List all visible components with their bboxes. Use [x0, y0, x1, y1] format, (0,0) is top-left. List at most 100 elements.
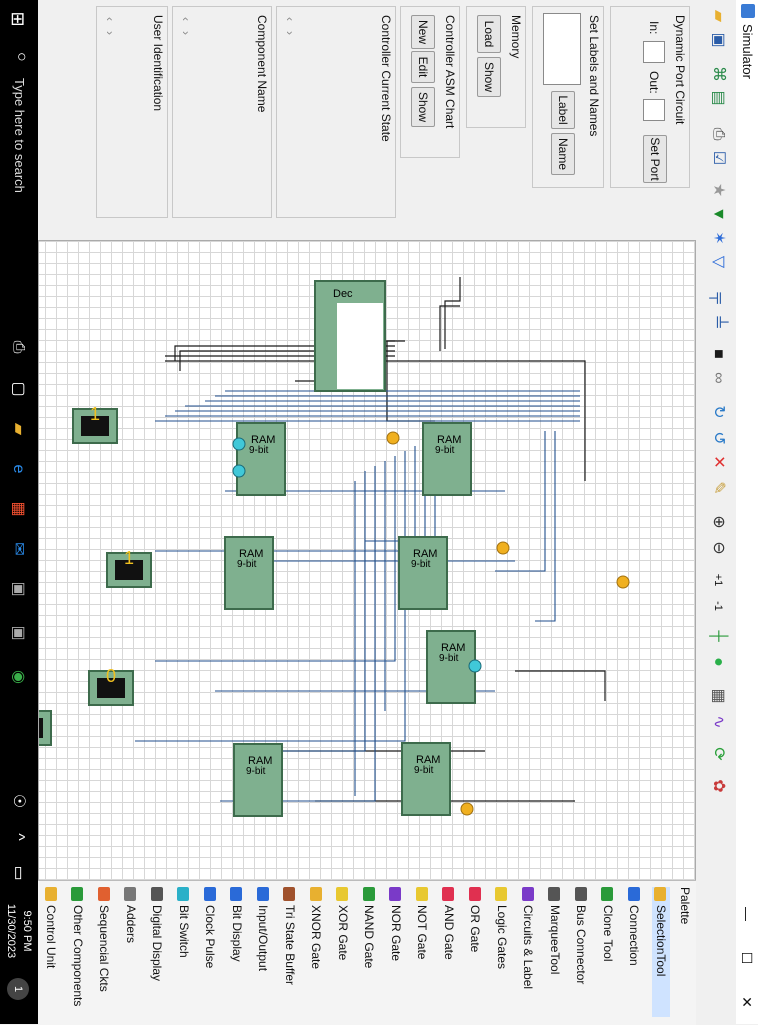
asm-show-button[interactable]: Show	[411, 87, 435, 127]
mic-icon[interactable]: ⎙	[7, 336, 29, 358]
asm-edit-button[interactable]: Edit	[411, 51, 435, 83]
folder-icon[interactable]: ▰	[708, 6, 728, 26]
current-state-scroll-left[interactable]: ‹	[283, 17, 297, 21]
output-pin-1[interactable]	[386, 431, 400, 445]
star-icon[interactable]: ★	[708, 180, 728, 200]
app-icon-1[interactable]: ▣	[7, 578, 29, 600]
ram-block[interactable]: RAM9-bit	[401, 742, 451, 816]
zoom-in-icon[interactable]: ⊕	[708, 512, 728, 532]
label-button[interactable]: Label	[551, 91, 575, 129]
load-button[interactable]: Load	[477, 15, 501, 53]
app-icon-2[interactable]: ▣	[7, 622, 29, 644]
file-explorer-icon[interactable]: ▰	[7, 418, 29, 440]
ram-block[interactable]: RAM9-bit	[422, 422, 472, 496]
palette-item[interactable]: NAND Gate	[361, 887, 379, 968]
user-id-scroll-right[interactable]: ›	[103, 31, 117, 35]
palette-item[interactable]: OR Gate	[467, 887, 485, 952]
decoder[interactable]: Dec	[314, 280, 386, 392]
palette-item[interactable]: Bit Display	[228, 887, 246, 962]
palette-item[interactable]: Adders	[122, 887, 140, 943]
people-icon[interactable]: ☉	[7, 790, 29, 812]
in-port-field[interactable]	[643, 41, 665, 63]
set-port-button[interactable]: Set Port	[643, 135, 667, 183]
palette-item[interactable]: Digital Display	[149, 887, 167, 981]
current-state-scroll-right[interactable]: ›	[283, 31, 297, 35]
minus-one-icon[interactable]: -1	[708, 596, 728, 616]
notification-badge[interactable]: 1	[7, 978, 29, 1000]
probe-ram-right[interactable]	[468, 659, 482, 673]
probe-top-1[interactable]	[232, 464, 246, 478]
settings-icon[interactable]: ✿	[708, 776, 728, 796]
export-icon[interactable]: ▤	[708, 88, 728, 108]
asm-new-button[interactable]: New	[411, 15, 435, 49]
palette-item[interactable]: Tri State Buffer	[281, 887, 299, 985]
chrome-icon[interactable]: ◉	[7, 666, 29, 688]
close-button[interactable]: ✕	[736, 980, 758, 1024]
palette-item[interactable]: XNOR Gate	[308, 887, 326, 969]
circuit-canvas[interactable]: Dec RAM 9-bit RAM 9-bit RAM 9-bit RAM 9-bit RAM 9…	[6, 240, 696, 882]
palette-item[interactable]: Clock Pulse	[202, 887, 220, 968]
output-pin-3[interactable]	[616, 575, 630, 589]
rotate-left-icon[interactable]: ↺	[708, 428, 728, 448]
palette-item[interactable]: Bit Switch	[175, 887, 193, 958]
maximize-button[interactable]: ☐	[736, 936, 758, 980]
ruler-icon[interactable]: ┼	[708, 626, 728, 646]
palette-item[interactable]: MarqueeTool	[546, 887, 564, 974]
palette-item[interactable]: NOT Gate	[414, 887, 432, 959]
palette-item[interactable]: Sequencial Ckts	[96, 887, 114, 992]
memory-show-button[interactable]: Show	[477, 57, 501, 97]
triangle-outline-icon[interactable]: ▽	[708, 252, 728, 272]
windows-start-icon[interactable]: ⊞	[7, 8, 29, 30]
digit-display[interactable]: 1	[72, 404, 118, 444]
rotate-right-icon[interactable]: ↻	[708, 402, 728, 422]
digit-display[interactable]: 0	[88, 666, 134, 706]
palette-item[interactable]: Logic Gates	[493, 887, 511, 969]
ram-block[interactable]: RAM9-bit	[426, 630, 476, 704]
plus-one-icon[interactable]: +1	[708, 570, 728, 590]
zoom-out-icon[interactable]: ⊖	[708, 538, 728, 558]
taskbar-search[interactable]: ○ Type here to search	[4, 52, 34, 332]
print-icon[interactable]: ⎙	[708, 124, 728, 144]
wire-icon[interactable]: ╤	[708, 288, 728, 308]
wire-alt-icon[interactable]: ╧	[708, 312, 728, 332]
brush-icon[interactable]: ✎	[708, 478, 728, 498]
digit-display[interactable]: 1	[6, 706, 52, 746]
clock[interactable]: 9:50 PM 11/30/2023	[3, 896, 35, 966]
palette-item[interactable]: XOR Gate	[334, 887, 352, 960]
ram-block[interactable]: RAM9-bit	[398, 536, 448, 610]
probe-top-2[interactable]	[232, 437, 246, 451]
network-status-icon[interactable]: ▭	[7, 862, 29, 884]
minimize-button[interactable]: —	[736, 892, 758, 936]
palette-item[interactable]: Clone Tool	[599, 887, 617, 961]
refresh-icon[interactable]: ⟳	[708, 744, 728, 764]
palette-item[interactable]: AND Gate	[440, 887, 458, 960]
output-pin-4[interactable]	[460, 802, 474, 816]
palette-item[interactable]: SelectionTool	[652, 887, 670, 1017]
curve-icon[interactable]: ∿	[708, 712, 728, 732]
name-button[interactable]: Name	[551, 133, 575, 175]
triangle-down-icon[interactable]: ▼	[708, 204, 728, 224]
ram-block[interactable]: RAM9-bit	[236, 422, 286, 496]
ram-block[interactable]: RAM9-bit	[233, 743, 283, 817]
palette-item[interactable]: NOR Gate	[387, 887, 405, 961]
star-blue-icon[interactable]: ✶	[708, 228, 728, 248]
mail-icon[interactable]: ✉	[7, 538, 29, 560]
save-icon[interactable]: ▣	[708, 30, 728, 50]
grid-icon[interactable]: ▦	[708, 686, 728, 706]
chevron-up-icon[interactable]: ^	[7, 826, 29, 848]
output-pin-2[interactable]	[496, 541, 510, 555]
label-name-field[interactable]	[543, 13, 581, 85]
edge-icon[interactable]: e	[7, 458, 29, 480]
task-view-icon[interactable]: ▢	[7, 378, 29, 400]
palette-item[interactable]: Control Unit	[43, 887, 61, 968]
ram-block[interactable]: RAM9-bit	[224, 536, 274, 610]
delete-icon[interactable]: ✕	[708, 452, 728, 472]
component-name-scroll-right[interactable]: ›	[179, 31, 193, 35]
info-icon[interactable]: ●	[708, 652, 728, 672]
store-icon[interactable]: ▦	[7, 498, 29, 520]
verify-icon[interactable]: ☑	[708, 148, 728, 168]
out-port-field[interactable]	[643, 99, 665, 121]
palette-item[interactable]: Bus Connector	[573, 887, 591, 984]
glasses-icon[interactable]: ∞	[708, 368, 728, 388]
palette-item[interactable]: Connection	[626, 887, 644, 966]
